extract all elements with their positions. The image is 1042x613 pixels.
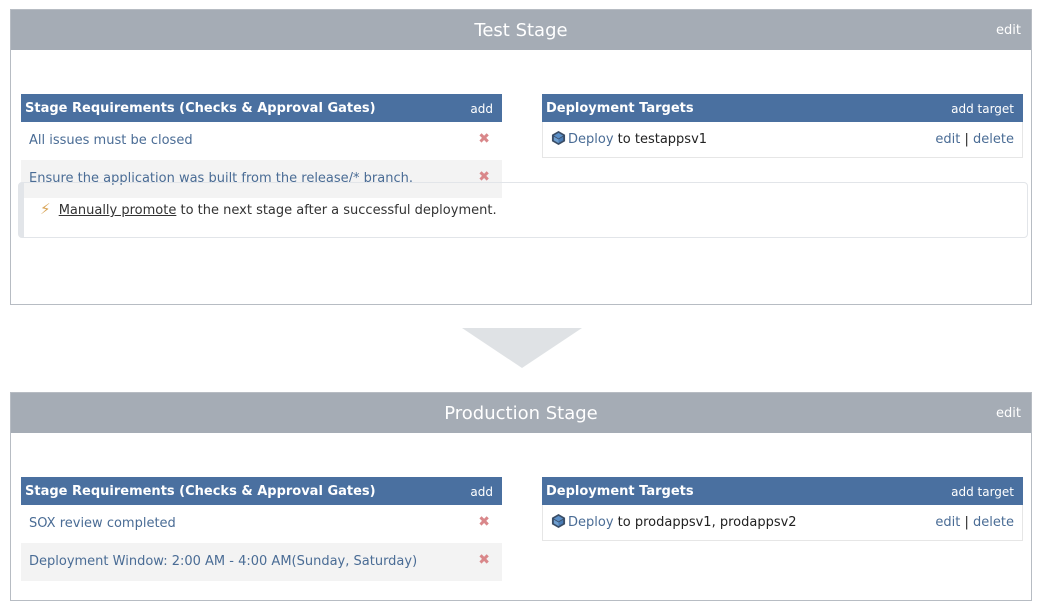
remove-icon[interactable]: ✖ (478, 503, 490, 541)
remove-icon[interactable]: ✖ (478, 541, 490, 579)
panel-header: Deployment Targets add target (542, 94, 1023, 122)
production-stage: Production Stage edit Stage Requirements… (10, 392, 1032, 601)
stage-title: Production Stage (444, 403, 598, 424)
promotion-text: to the next stage after a successful dep… (180, 203, 497, 218)
edit-target-link[interactable]: edit (935, 132, 960, 147)
target-row: Deploy to prodappsv1, prodappsv2 edit | … (542, 505, 1023, 541)
target-actions: edit | delete (935, 505, 1014, 541)
stage-header: Production Stage edit (11, 393, 1031, 433)
manually-promote-link[interactable]: Manually promote (59, 203, 177, 218)
stage-title: Test Stage (474, 20, 568, 41)
requirement-row: Deployment Window: 2:00 AM - 4:00 AM(Sun… (21, 543, 502, 581)
separator: | (964, 132, 969, 147)
panel-header: Stage Requirements (Checks & Approval Ga… (21, 477, 502, 505)
requirement-text[interactable]: SOX review completed (29, 516, 176, 531)
promotion-notice: ⚡ Manually promote to the next stage aft… (18, 182, 1028, 238)
requirement-text[interactable]: Deployment Window: 2:00 AM - 4:00 AM(Sun… (29, 554, 417, 569)
target-text: to prodappsv1, prodappsv2 (617, 515, 797, 530)
lightning-icon: ⚡ (40, 200, 51, 218)
requirement-row: All issues must be closed ✖ (21, 122, 502, 160)
target-row: Deploy to testappsv1 edit | delete (542, 122, 1023, 158)
requirement-row: SOX review completed ✖ (21, 505, 502, 543)
separator: | (964, 515, 969, 530)
panel-title: Stage Requirements (Checks & Approval Ga… (25, 484, 376, 499)
stage-requirements-panel: Stage Requirements (Checks & Approval Ga… (21, 477, 502, 581)
target-text: to testappsv1 (617, 132, 708, 147)
remove-icon[interactable]: ✖ (478, 120, 490, 158)
deploy-link[interactable]: Deploy (568, 132, 614, 147)
panel-header: Deployment Targets add target (542, 477, 1023, 505)
cube-icon (551, 513, 566, 529)
deploy-link[interactable]: Deploy (568, 515, 614, 530)
down-arrow-icon (462, 328, 582, 368)
panel-header: Stage Requirements (Checks & Approval Ga… (21, 94, 502, 122)
panel-title: Deployment Targets (546, 101, 694, 116)
edit-target-link[interactable]: edit (935, 515, 960, 530)
deployment-targets-panel: Deployment Targets add target Deploy to … (542, 477, 1023, 541)
edit-stage-button[interactable]: edit (996, 393, 1021, 435)
add-target-button[interactable]: add target (951, 95, 1014, 124)
add-target-button[interactable]: add target (951, 478, 1014, 507)
deployment-targets-panel: Deployment Targets add target Deploy to … (542, 94, 1023, 158)
target-actions: edit | delete (935, 122, 1014, 158)
stage-header: Test Stage edit (11, 10, 1031, 50)
cube-icon (551, 130, 566, 146)
edit-stage-button[interactable]: edit (996, 10, 1021, 52)
test-stage: Test Stage edit Stage Requirements (Chec… (10, 9, 1032, 305)
delete-target-link[interactable]: delete (973, 132, 1014, 147)
requirement-text[interactable]: All issues must be closed (29, 133, 193, 148)
panel-title: Stage Requirements (Checks & Approval Ga… (25, 101, 376, 116)
delete-target-link[interactable]: delete (973, 515, 1014, 530)
panel-title: Deployment Targets (546, 484, 694, 499)
